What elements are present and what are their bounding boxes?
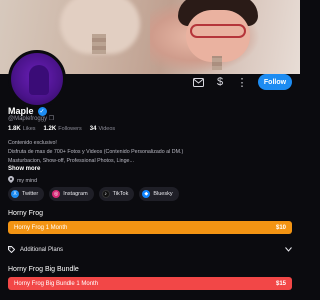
additional-plans-toggle[interactable]: Additional Plans [8, 244, 292, 256]
stat-videos: 34 Videos [89, 126, 116, 132]
profile-handle: @Maplefroggy ❐ [8, 115, 54, 122]
social-label: Instagram [63, 191, 88, 197]
social-bluesky[interactable]: ◆ Bluesky [139, 187, 179, 201]
plan-section-title: Horny Frog [8, 210, 44, 217]
show-more-link[interactable]: Show more [8, 166, 40, 172]
chevron-down-icon [285, 246, 292, 254]
avatar[interactable] [8, 50, 66, 108]
plan-section-title: Horny Frog Big Bundle [8, 266, 79, 273]
social-tiktok[interactable]: ♪ TikTok [98, 187, 135, 201]
plan-name: Horny Frog Big Bundle 1 Month [14, 280, 99, 287]
instagram-icon: ◎ [52, 190, 61, 198]
social-label: TikTok [112, 191, 129, 197]
social-links: X Twitter ◎ Instagram ♪ TikTok ◆ Bluesky [8, 187, 179, 201]
bluesky-icon: ◆ [142, 190, 151, 198]
location: my mind [8, 176, 37, 185]
stat-followers: 1.2K Followers [43, 126, 82, 132]
censor-mosaic [212, 56, 222, 70]
bio-line: Disfruta de mas de 700+ Fotos y Videos (… [8, 149, 184, 155]
handle-text: @Maplefroggy [8, 116, 48, 122]
location-pin-icon [8, 176, 14, 185]
plan-price: $15 [275, 280, 286, 287]
social-twitter[interactable]: X Twitter [8, 187, 45, 201]
additional-plans-label: Additional Plans [20, 247, 64, 253]
plan-button-big-bundle-1-month[interactable]: Horny Frog Big Bundle 1 Month $15 [8, 277, 292, 290]
plan-button-horny-frog-1-month[interactable]: Horny Frog 1 Month $10 [8, 221, 292, 234]
bio-line: Masturbacion, Show-off, Professional Pho… [8, 158, 134, 164]
copy-icon[interactable]: ❐ [49, 116, 54, 122]
social-label: Twitter [22, 191, 39, 197]
x-icon: X [11, 190, 19, 198]
stat-likes: 1.8K Likes [8, 126, 36, 132]
profile-actions: $ ⋮ Follow [190, 74, 292, 90]
profile-stats: 1.8K Likes 1.2K Followers 34 Videos [8, 126, 115, 132]
location-text: my mind [17, 177, 38, 184]
follow-button[interactable]: Follow [258, 74, 292, 90]
social-instagram[interactable]: ◎ Instagram [49, 187, 94, 201]
profile-bio: Contenido exclusivo! Disfruta de mas de … [8, 139, 292, 166]
bio-line: Contenido exclusivo! [8, 140, 57, 146]
tag-icon [8, 245, 16, 255]
tip-dollar-icon[interactable]: $ [212, 74, 228, 90]
censor-mosaic [92, 34, 106, 54]
more-options-icon[interactable]: ⋮ [234, 74, 250, 90]
plan-name: Horny Frog 1 Month [14, 224, 68, 231]
tiktok-icon: ♪ [101, 190, 110, 198]
social-label: Bluesky [153, 191, 173, 197]
message-icon[interactable] [190, 74, 206, 90]
plan-price: $10 [275, 224, 286, 231]
